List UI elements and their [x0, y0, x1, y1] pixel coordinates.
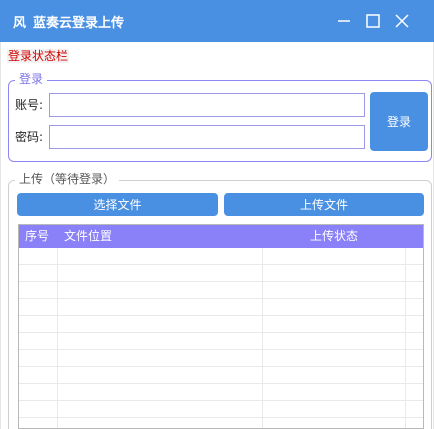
grid-row-line	[19, 417, 423, 418]
login-group-title: 登录	[15, 72, 48, 87]
grid-column-line	[262, 248, 263, 428]
grid-row-line	[19, 366, 423, 367]
column-header-upload-status[interactable]: 上传状态	[310, 229, 358, 244]
close-icon	[395, 14, 409, 28]
maximize-icon	[366, 14, 380, 28]
upload-file-button[interactable]: 上传文件	[224, 193, 424, 216]
password-input[interactable]	[49, 125, 365, 149]
close-button[interactable]	[390, 8, 414, 34]
upload-group-title: 上传（等待登录）	[15, 172, 120, 187]
upload-table[interactable]: 序号 文件位置 上传状态	[18, 224, 424, 429]
maximize-button[interactable]	[361, 8, 385, 34]
account-label: 账号:	[15, 98, 44, 112]
table-header: 序号 文件位置 上传状态	[19, 225, 423, 248]
grid-row-line	[19, 298, 423, 299]
title-bar: 风 蓝奏云登录上传	[0, 0, 434, 42]
grid-column-line	[405, 248, 406, 428]
account-input[interactable]	[49, 93, 365, 117]
grid-row-line	[19, 400, 423, 401]
grid-row-line	[19, 315, 423, 316]
grid-row-line	[19, 383, 423, 384]
app-icon: 风	[13, 16, 27, 31]
window-title: 蓝奏云登录上传	[33, 16, 125, 31]
column-header-index[interactable]: 序号	[25, 229, 49, 244]
grid-row-line	[19, 264, 423, 265]
column-header-file-location[interactable]: 文件位置	[64, 229, 112, 244]
login-status-label: 登录状态栏	[7, 49, 70, 63]
password-label: 密码:	[15, 130, 44, 144]
table-body[interactable]	[19, 248, 423, 428]
grid-row-line	[19, 349, 423, 350]
grid-row-line	[19, 332, 423, 333]
select-file-button[interactable]: 选择文件	[17, 193, 218, 216]
minimize-icon	[338, 20, 350, 22]
grid-column-line	[57, 248, 58, 428]
minimize-button[interactable]	[332, 8, 356, 34]
login-button[interactable]: 登录	[370, 92, 428, 151]
grid-row-line	[19, 281, 423, 282]
